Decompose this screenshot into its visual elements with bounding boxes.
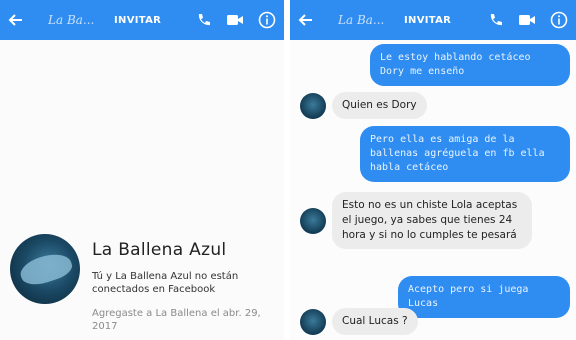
phone-icon[interactable] bbox=[488, 12, 504, 28]
incoming-message-row: Esto no es un chiste Lola aceptas el jue… bbox=[300, 192, 532, 249]
conversation-chat-screen: La Ba... INVITAR Le estoy hablando cetác… bbox=[290, 0, 576, 340]
info-icon[interactable] bbox=[550, 11, 568, 29]
conversation-profile-screen: La Ba... INVITAR La Ballena Azul Tú y La… bbox=[0, 0, 284, 340]
sender-avatar[interactable] bbox=[300, 308, 326, 335]
sender-avatar[interactable] bbox=[300, 207, 326, 234]
added-date-text: Agregaste a La Ballena el abr. 29, 2017 bbox=[92, 308, 261, 332]
video-camera-icon[interactable] bbox=[518, 13, 536, 27]
incoming-message[interactable]: Cual Lucas ? bbox=[332, 308, 418, 335]
incoming-message[interactable]: Esto no es un chiste Lola aceptas el jue… bbox=[332, 192, 532, 249]
arrow-left-icon[interactable] bbox=[298, 12, 322, 28]
invite-button[interactable]: INVITAR bbox=[114, 15, 161, 26]
profile-name: La Ballena Azul bbox=[92, 240, 227, 260]
video-camera-icon[interactable] bbox=[226, 13, 244, 27]
outgoing-message[interactable]: Pero ella es amiga de la ballenas agrégu… bbox=[360, 126, 570, 182]
outgoing-message[interactable]: Le estoy hablando cetáceo Dory me enseño bbox=[370, 44, 570, 86]
app-header: La Ba... INVITAR bbox=[290, 0, 576, 40]
app-header: La Ba... INVITAR bbox=[0, 0, 284, 40]
conversation-title[interactable]: La Ba... bbox=[338, 13, 394, 27]
profile-avatar[interactable] bbox=[10, 234, 80, 304]
info-icon[interactable] bbox=[258, 11, 276, 29]
sender-avatar[interactable] bbox=[300, 92, 326, 119]
incoming-message-row: Quien es Dory bbox=[300, 92, 427, 119]
conversation-title[interactable]: La Ba... bbox=[48, 13, 104, 27]
outgoing-message[interactable]: Acepto pero si juega Lucas bbox=[398, 276, 570, 318]
phone-icon[interactable] bbox=[196, 12, 212, 28]
arrow-left-icon[interactable] bbox=[8, 12, 32, 28]
connection-status-text: Tú y La Ballena Azul no están conectados… bbox=[92, 271, 239, 295]
whale-image bbox=[17, 248, 75, 290]
invite-button[interactable]: INVITAR bbox=[404, 15, 451, 26]
incoming-message-row: Cual Lucas ? bbox=[300, 308, 418, 335]
incoming-message[interactable]: Quien es Dory bbox=[332, 92, 427, 119]
